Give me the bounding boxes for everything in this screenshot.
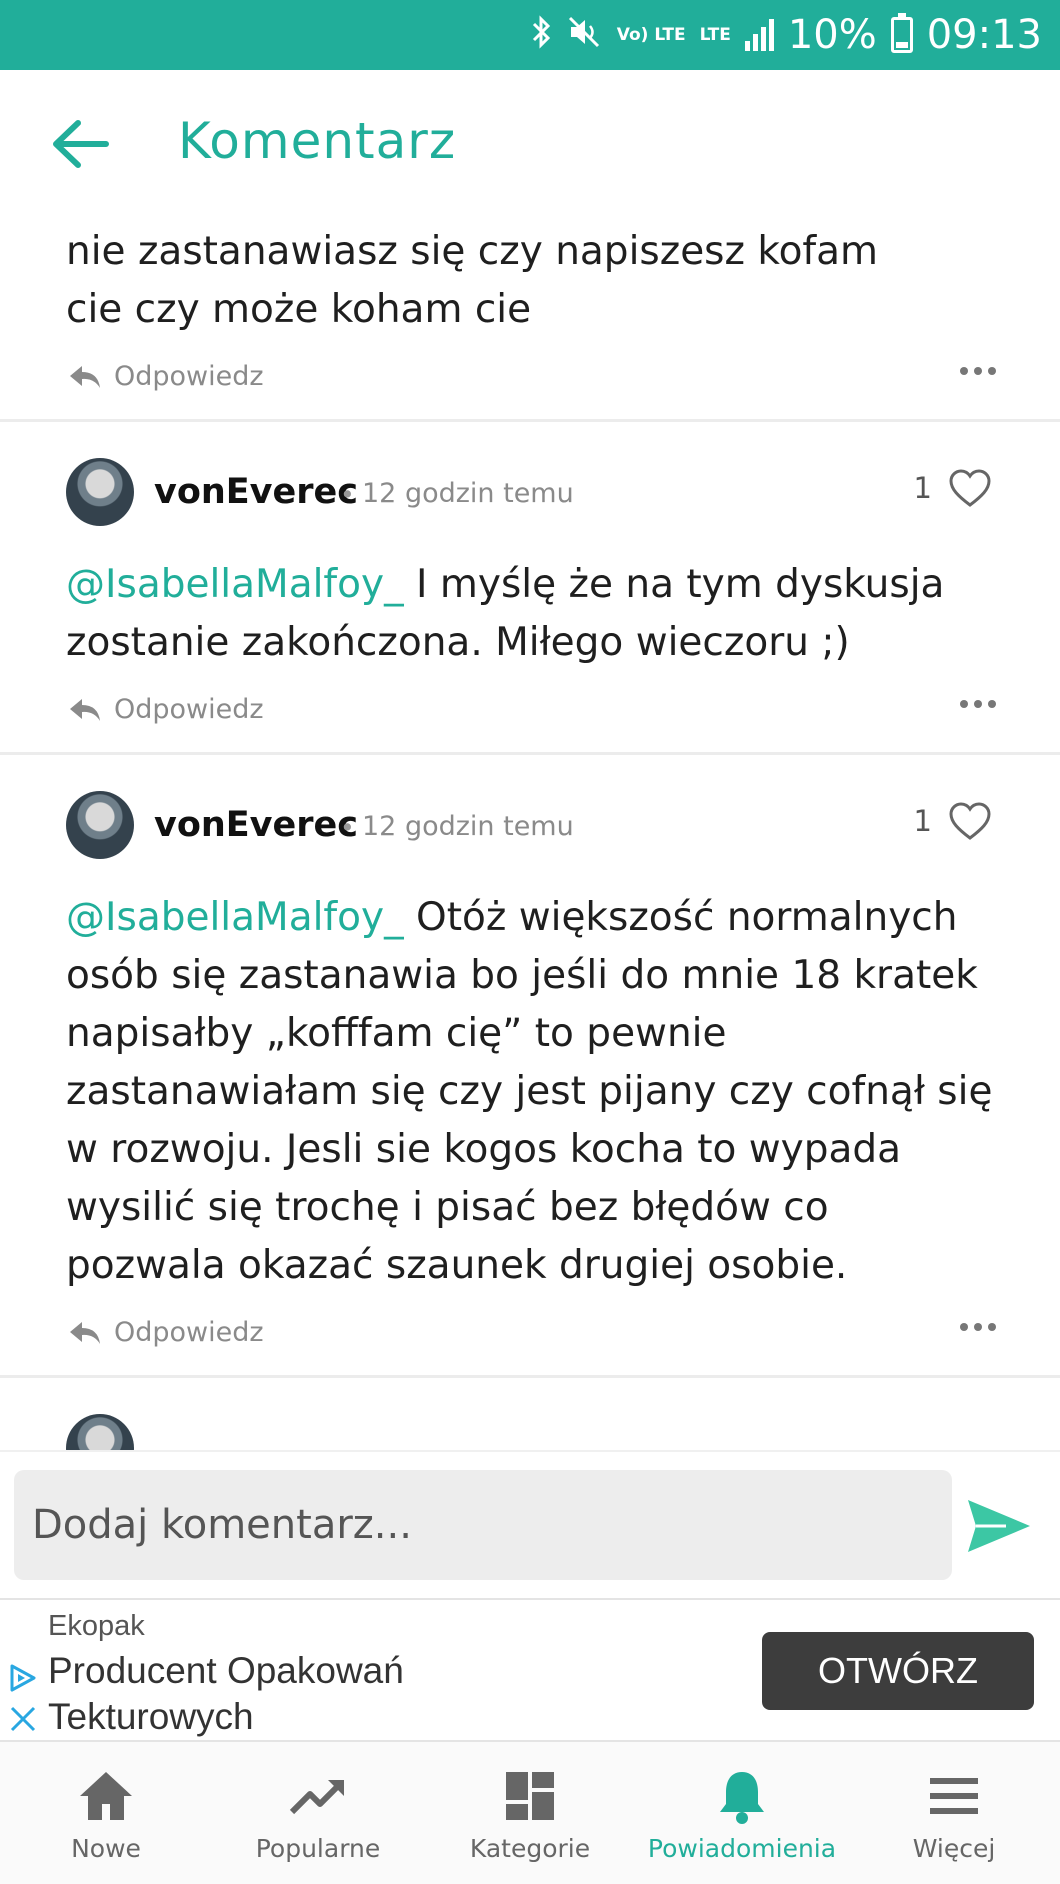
more-options-button[interactable] (960, 700, 996, 708)
menu-icon (930, 1778, 978, 1814)
nav-item-popularne[interactable]: Popularne (212, 1742, 424, 1884)
more-options-button[interactable] (960, 367, 996, 375)
meta-separator: • (340, 480, 355, 509)
status-bar: Vo) LTE LTE 10% 09:13 (0, 0, 1060, 70)
clock: 09:13 (926, 12, 1042, 58)
comment-actions: Odpowiedz (0, 349, 1060, 417)
page-title: Komentarz (178, 112, 457, 170)
lte-icon: LTE (699, 24, 731, 45)
comment-item: vonEverec • 12 godzin temu 1 @IsabellaMa… (0, 755, 1060, 1378)
nav-label: Kategorie (469, 1834, 591, 1863)
reply-label: Odpowiedz (114, 694, 264, 725)
comment-time: 12 godzin temu (362, 478, 574, 509)
like-count: 1 (913, 804, 932, 838)
mention-link[interactable]: @IsabellaMalfoy_ (66, 895, 404, 940)
nav-label: Popularne (255, 1834, 381, 1863)
reply-icon (70, 1321, 100, 1344)
avatar[interactable] (66, 458, 134, 526)
reply-label: Odpowiedz (114, 361, 264, 392)
comment-author[interactable]: vonEverec (154, 472, 358, 512)
like-control: 1 (914, 801, 992, 841)
app-header: Komentarz (0, 70, 1060, 220)
reply-icon (70, 365, 100, 388)
reply-button[interactable]: Odpowiedz (68, 694, 264, 725)
comment-item: vonEverec • 12 godzin temu 1 @IsabellaMa… (0, 422, 1060, 755)
comment-body: @IsabellaMalfoy_ I myślę że na tym dysku… (0, 556, 1060, 672)
comment-header: vonEverec • 12 godzin temu 1 (0, 422, 1060, 540)
battery-icon (890, 13, 913, 53)
nav-item-powiadomienia[interactable]: Powiadomienia (636, 1742, 848, 1884)
comment-text: Otóż większość normalnych osób się zasta… (66, 895, 993, 1288)
bottom-navigation: Nowe Popularne Kategorie Powiadomienia W… (0, 1742, 1060, 1884)
more-options-button[interactable] (960, 1323, 996, 1331)
ad-open-button[interactable]: OTWÓRZ (762, 1632, 1034, 1710)
comment-body: @IsabellaMalfoy_ Otóż większość normalny… (0, 889, 1060, 1295)
dashboard-icon (506, 1772, 554, 1820)
comment-partial: nie zastanawiasz się czy napiszesz kofam… (0, 185, 1060, 422)
comment-feed[interactable]: nie zastanawiasz się czy napiszesz kofam… (0, 185, 1060, 1450)
like-count: 1 (913, 471, 932, 505)
mute-icon (567, 15, 603, 55)
nav-item-kategorie[interactable]: Kategorie (424, 1742, 636, 1884)
reply-label: Odpowiedz (114, 1317, 264, 1348)
comment-composer (0, 1450, 1060, 1598)
ad-choices-icon[interactable] (6, 1662, 38, 1694)
comment-header: vonEverec • 12 godzin temu 1 (0, 755, 1060, 873)
comment-author[interactable]: vonEverec (154, 805, 358, 845)
nav-label: Więcej (912, 1834, 996, 1863)
bell-icon (720, 1772, 764, 1824)
nav-label: Powiadomienia (647, 1834, 837, 1863)
reply-button[interactable]: Odpowiedz (68, 361, 264, 392)
like-control: 1 (914, 468, 992, 508)
comment-time: 12 godzin temu (362, 811, 574, 842)
comment-actions: Odpowiedz (0, 1305, 1060, 1373)
nav-label: Nowe (71, 1834, 141, 1863)
battery-percent: 10% (787, 12, 877, 58)
nav-item-nowe[interactable]: Nowe (0, 1742, 212, 1884)
avatar[interactable] (66, 1414, 134, 1450)
nav-item-wiecej[interactable]: Więcej (848, 1742, 1060, 1884)
ad-brand: Ekopak (48, 1610, 145, 1642)
reply-icon (70, 698, 100, 721)
send-icon[interactable] (966, 1498, 1032, 1554)
comment-actions: Odpowiedz (0, 682, 1060, 750)
comment-input[interactable] (14, 1470, 952, 1580)
bluetooth-icon (531, 15, 553, 55)
volte-icon: Vo) LTE (616, 24, 686, 45)
close-icon[interactable] (8, 1704, 38, 1734)
ad-banner[interactable]: Ekopak Producent Opakowań Tekturowych OT… (0, 1598, 1060, 1742)
comment-item (0, 1378, 1060, 1450)
arrow-left-icon[interactable] (50, 118, 110, 170)
signal-icon (744, 19, 774, 51)
ad-headline: Producent Opakowań Tekturowych (48, 1650, 404, 1737)
mention-link[interactable]: @IsabellaMalfoy_ (66, 562, 404, 607)
comment-header (0, 1378, 1060, 1450)
heart-icon[interactable] (948, 468, 992, 508)
trending-icon (289, 1780, 344, 1815)
heart-icon[interactable] (948, 801, 992, 841)
avatar[interactable] (66, 791, 134, 859)
meta-separator: • (340, 813, 355, 842)
comment-text: nie zastanawiasz się czy napiszesz kofam… (66, 229, 879, 332)
home-icon (80, 1772, 132, 1820)
reply-button[interactable]: Odpowiedz (68, 1317, 264, 1348)
